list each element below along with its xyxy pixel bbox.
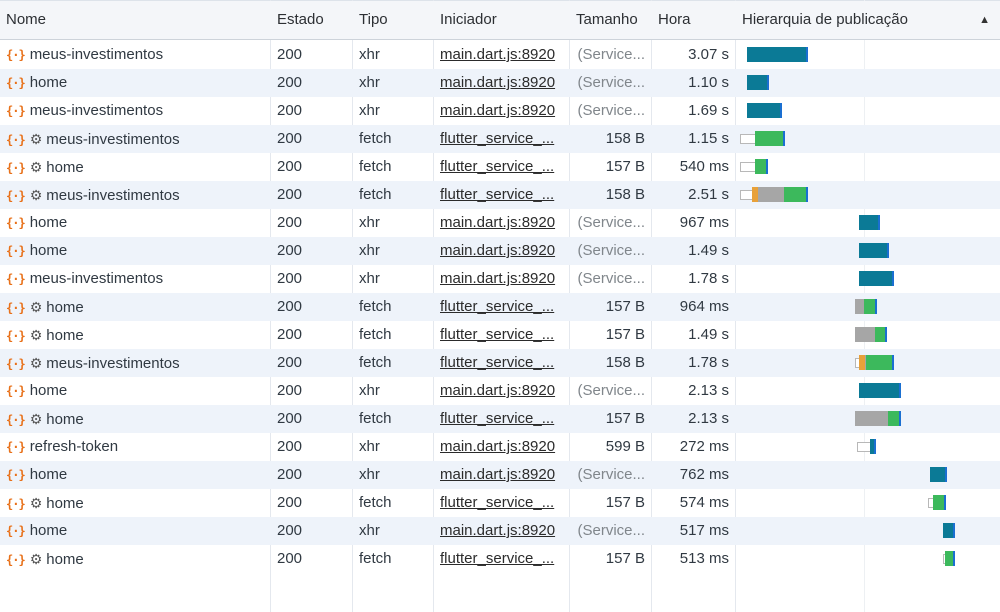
waterfall-queue-segment[interactable] [855, 327, 875, 342]
waterfall-bar[interactable] [859, 271, 895, 286]
waterfall-queue-segment[interactable] [855, 299, 865, 314]
waterfall-bar-end-marker [767, 75, 770, 90]
waterfall-queue-segment[interactable] [757, 187, 784, 202]
waterfall-bar-end-marker [877, 215, 880, 230]
waterfall-bar-end-marker [766, 159, 769, 174]
waterfall-bar[interactable] [754, 131, 785, 146]
waterfall-bar-end-marker [874, 299, 877, 314]
waterfall-bar-end-marker [944, 495, 947, 510]
waterfall-bars [0, 0, 1000, 612]
waterfall-bar-end-marker [892, 355, 895, 370]
waterfall-bar[interactable] [746, 75, 770, 90]
waterfall-bar-end-marker [952, 551, 955, 566]
waterfall-bar[interactable] [859, 243, 890, 258]
waterfall-bar-end-marker [782, 131, 785, 146]
waterfall-bar-end-marker [952, 523, 955, 538]
waterfall-bar-end-marker [806, 47, 809, 62]
waterfall-bar-end-marker [873, 439, 876, 454]
waterfall-bar-end-marker [885, 327, 888, 342]
waterfall-bar[interactable] [746, 103, 782, 118]
waterfall-bar-end-marker [899, 383, 902, 398]
waterfall-bar[interactable] [746, 47, 809, 62]
waterfall-bar-end-marker [892, 271, 895, 286]
waterfall-bar[interactable] [859, 215, 880, 230]
waterfall-bar-end-marker [887, 243, 890, 258]
waterfall-bar-end-marker [806, 187, 809, 202]
waterfall-bar-end-marker [780, 103, 782, 118]
waterfall-bar[interactable] [783, 187, 809, 202]
waterfall-bar[interactable] [859, 383, 902, 398]
waterfall-bar[interactable] [866, 355, 895, 370]
waterfall-queue-segment[interactable] [855, 411, 889, 426]
waterfall-bar-end-marker [945, 467, 948, 482]
waterfall-bar-end-marker [899, 411, 902, 426]
